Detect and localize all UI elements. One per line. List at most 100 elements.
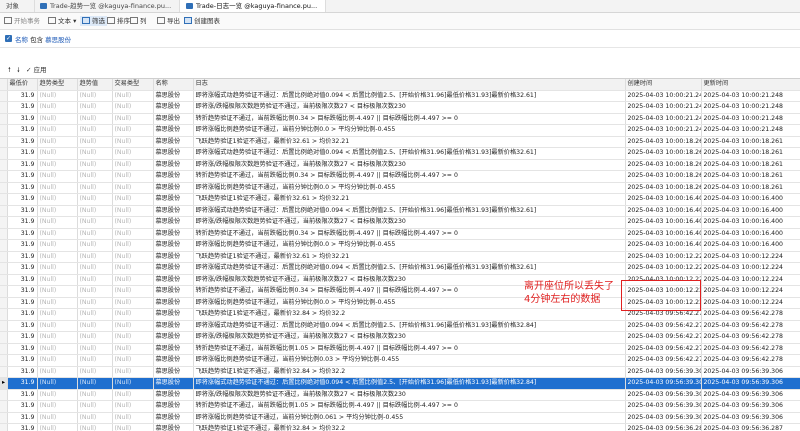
table-row[interactable]: 31.9(Null)(Null)(Null)慕思股份即将涨幅式动趋势验证不通过：… <box>0 90 800 102</box>
cell-updated-at[interactable]: 2025-04-03 09:56:42.278 <box>701 343 800 355</box>
cell-created-at[interactable]: 2025-04-03 10:00:16.400 <box>625 217 701 229</box>
cell-name[interactable]: 慕思股份 <box>153 148 193 160</box>
cell-name[interactable]: 慕思股份 <box>153 182 193 194</box>
row-indicator[interactable] <box>0 412 7 424</box>
cell-trade-type[interactable]: (Null) <box>112 389 153 401</box>
table-row[interactable]: 31.9(Null)(Null)(Null)慕思股份即将涨幅式动趋势验证不通过：… <box>0 148 800 160</box>
cell-updated-at[interactable]: 2025-04-03 09:56:39.306 <box>701 366 800 378</box>
cell-trend-type[interactable]: (Null) <box>37 90 77 102</box>
cell-trend-type[interactable]: (Null) <box>37 320 77 332</box>
cell-updated-at[interactable]: 2025-04-03 10:00:16.400 <box>701 228 800 240</box>
cell-updated-at[interactable]: 2025-04-03 10:00:16.400 <box>701 194 800 206</box>
cell-name[interactable]: 慕思股份 <box>153 332 193 344</box>
cell-lowest-price[interactable]: 31.9 <box>7 343 37 355</box>
cell-name[interactable]: 慕思股份 <box>153 286 193 298</box>
row-indicator[interactable] <box>0 389 7 401</box>
cell-log[interactable]: 即将涨/跌幅极限次数趋势验证不通过，当前极限次数27 < 目标极限次数230 <box>193 102 625 114</box>
cell-trend-type[interactable]: (Null) <box>37 240 77 252</box>
table-row[interactable]: 31.9(Null)(Null)(Null)慕思股份即将涨幅比例趋势验证不通过，… <box>0 355 800 367</box>
row-indicator[interactable] <box>0 240 7 252</box>
apply-button[interactable]: ✓ 应用 <box>26 66 47 74</box>
cell-name[interactable]: 慕思股份 <box>153 263 193 275</box>
cell-lowest-price[interactable]: 31.9 <box>7 389 37 401</box>
cell-trend-type[interactable]: (Null) <box>37 389 77 401</box>
cell-name[interactable]: 慕思股份 <box>153 136 193 148</box>
cell-lowest-price[interactable]: 31.9 <box>7 194 37 206</box>
cell-trade-type[interactable]: (Null) <box>112 286 153 298</box>
cell-log[interactable]: 飞跃趋势验证1验证不通过，最新价32.61 > 均价32.21 <box>193 136 625 148</box>
table-row[interactable]: 31.9(Null)(Null)(Null)慕思股份即将涨/跌幅极限次数趋势验证… <box>0 217 800 229</box>
column-header[interactable]: 创建时间 <box>625 79 701 90</box>
cell-trend-type[interactable]: (Null) <box>37 343 77 355</box>
cell-trade-type[interactable]: (Null) <box>112 194 153 206</box>
row-indicator[interactable] <box>0 102 7 114</box>
cell-created-at[interactable]: 2025-04-03 09:56:42.278 <box>625 332 701 344</box>
cell-updated-at[interactable]: 2025-04-03 10:00:16.400 <box>701 217 800 229</box>
row-indicator[interactable] <box>0 113 7 125</box>
cell-trade-type[interactable]: (Null) <box>112 366 153 378</box>
filter-operator[interactable]: 包含 <box>30 36 43 44</box>
row-indicator[interactable] <box>0 217 7 229</box>
cell-updated-at[interactable]: 2025-04-03 10:00:21.248 <box>701 90 800 102</box>
cell-log[interactable]: 转折趋势验证不通过，当前跌幅比例0.34 > 目标跌幅比例-4.497 || 目… <box>193 171 625 183</box>
cell-log[interactable]: 飞跃趋势验证1验证不通过，最新价32.61 > 均价32.21 <box>193 251 625 263</box>
cell-trend-value[interactable]: (Null) <box>77 309 112 321</box>
cell-trend-type[interactable]: (Null) <box>37 263 77 275</box>
create-chart-button[interactable]: 创建图表 <box>184 16 220 26</box>
row-indicator[interactable] <box>0 332 7 344</box>
cell-created-at[interactable]: 2025-04-03 10:00:18.261 <box>625 148 701 160</box>
cell-log[interactable]: 即将涨/跌幅极限次数趋势验证不通过，当前极限次数27 < 目标极限次数230 <box>193 332 625 344</box>
cell-trade-type[interactable]: (Null) <box>112 182 153 194</box>
cell-trend-type[interactable]: (Null) <box>37 297 77 309</box>
cell-trend-value[interactable]: (Null) <box>77 194 112 206</box>
cell-trend-type[interactable]: (Null) <box>37 102 77 114</box>
filter-condition[interactable]: 名称 包含 慕思股份 <box>15 34 71 44</box>
cell-trend-type[interactable]: (Null) <box>37 148 77 160</box>
cell-name[interactable]: 慕思股份 <box>153 251 193 263</box>
cell-log[interactable]: 转折趋势验证不通过，当前跌幅比例1.05 > 目标跌幅比例-4.497 || 目… <box>193 401 625 413</box>
export-button[interactable]: 导出 <box>157 16 180 26</box>
cell-log[interactable]: 即将涨幅式动趋势验证不通过：后置比例绝对值0.094 < 后置比例值2.5、[开… <box>193 90 625 102</box>
filter-enabled-checkbox[interactable]: ✓ <box>5 35 12 42</box>
cell-trend-value[interactable]: (Null) <box>77 343 112 355</box>
cell-name[interactable]: 慕思股份 <box>153 113 193 125</box>
sort-button[interactable]: 排序 <box>107 16 130 26</box>
cell-name[interactable]: 慕思股份 <box>153 401 193 413</box>
column-header[interactable]: 最低价 <box>7 79 37 90</box>
row-indicator[interactable] <box>0 263 7 275</box>
cell-trade-type[interactable]: (Null) <box>112 90 153 102</box>
cell-lowest-price[interactable]: 31.9 <box>7 148 37 160</box>
cell-name[interactable]: 慕思股份 <box>153 171 193 183</box>
cell-trend-value[interactable]: (Null) <box>77 102 112 114</box>
cell-log[interactable]: 即将涨/跌幅极限次数趋势验证不通过，当前极限次数27 < 目标极限次数230 <box>193 159 625 171</box>
row-indicator[interactable] <box>0 309 7 321</box>
cell-trend-type[interactable]: (Null) <box>37 274 77 286</box>
cell-lowest-price[interactable]: 31.9 <box>7 263 37 275</box>
cell-lowest-price[interactable]: 31.9 <box>7 240 37 252</box>
cell-trend-value[interactable]: (Null) <box>77 205 112 217</box>
table-row[interactable]: 31.9(Null)(Null)(Null)慕思股份即将涨幅式动趋势验证不通过：… <box>0 263 800 275</box>
table-row[interactable]: 31.9(Null)(Null)(Null)慕思股份即将涨/跌幅极限次数趋势验证… <box>0 159 800 171</box>
row-indicator[interactable] <box>0 343 7 355</box>
cell-lowest-price[interactable]: 31.9 <box>7 113 37 125</box>
cell-created-at[interactable]: 2025-04-03 10:00:18.261 <box>625 182 701 194</box>
cell-lowest-price[interactable]: 31.9 <box>7 205 37 217</box>
cell-trend-type[interactable]: (Null) <box>37 205 77 217</box>
row-indicator[interactable] <box>0 182 7 194</box>
cell-log[interactable]: 即将涨幅比例趋势验证不通过，当前分钟比例0.0 > 平均分钟比例-0.455 <box>193 240 625 252</box>
row-indicator[interactable] <box>0 194 7 206</box>
move-down-icon[interactable]: 🠗 <box>17 66 20 74</box>
cell-name[interactable]: 慕思股份 <box>153 297 193 309</box>
cell-log[interactable]: 即将涨幅式动趋势验证不通过：后置比例绝对值0.094 < 后置比例值2.5、[开… <box>193 320 625 332</box>
cell-trend-type[interactable]: (Null) <box>37 366 77 378</box>
cell-log[interactable]: 即将涨幅式动趋势验证不通过：后置比例绝对值0.094 < 后置比例值2.5、[开… <box>193 263 625 275</box>
cell-trend-value[interactable]: (Null) <box>77 401 112 413</box>
cell-trend-value[interactable]: (Null) <box>77 240 112 252</box>
row-indicator[interactable] <box>0 355 7 367</box>
cell-trade-type[interactable]: (Null) <box>112 125 153 137</box>
cell-lowest-price[interactable]: 31.9 <box>7 332 37 344</box>
cell-created-at[interactable]: 2025-04-03 10:00:16.400 <box>625 205 701 217</box>
cell-trend-value[interactable]: (Null) <box>77 171 112 183</box>
table-row[interactable]: 31.9(Null)(Null)(Null)慕思股份转折趋势验证不通过，当前跌幅… <box>0 401 800 413</box>
cell-name[interactable]: 慕思股份 <box>153 343 193 355</box>
